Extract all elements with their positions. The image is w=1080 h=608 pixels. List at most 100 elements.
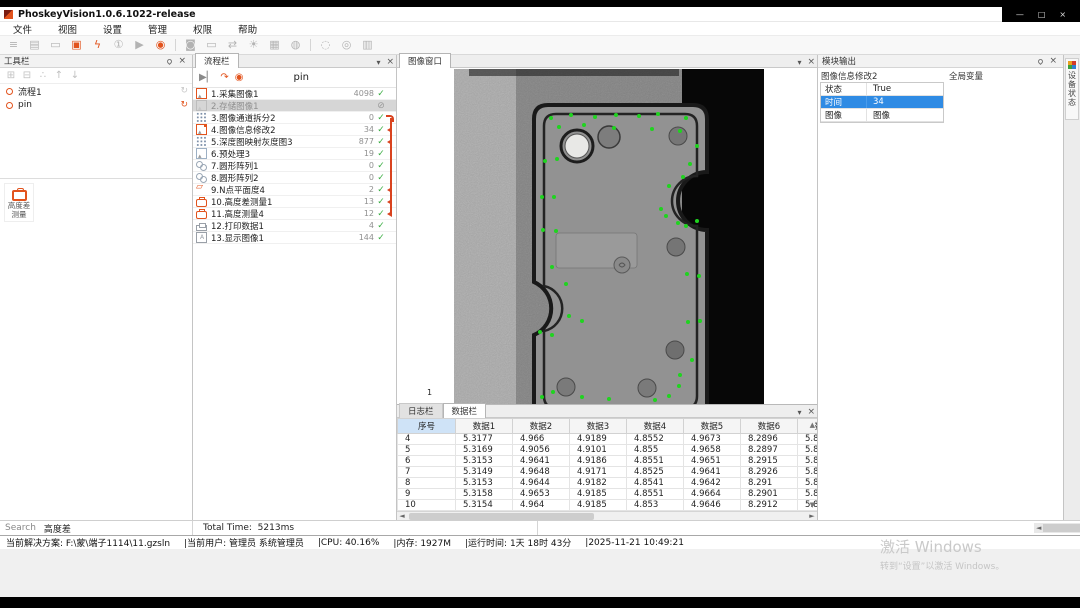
- pin-icon[interactable]: [166, 57, 173, 64]
- column-header-data4[interactable]: 数据4: [627, 419, 684, 434]
- close-icon[interactable]: ×: [807, 407, 815, 417]
- flow-step-10[interactable]: 10.高度差测量113✓: [193, 196, 396, 208]
- table-row[interactable]: 65.31534.96414.91864.85514.96518.29155.8…: [398, 456, 818, 467]
- scrollbar-thumb[interactable]: [409, 513, 594, 520]
- stop-run-icon[interactable]: ◉: [152, 37, 169, 53]
- close-icon[interactable]: ×: [1049, 56, 1057, 66]
- column-header-data3[interactable]: 数据3: [570, 419, 627, 434]
- table-cell: 4.853: [627, 500, 684, 511]
- scroll-up-icon[interactable]: ▲: [810, 421, 815, 429]
- output-row[interactable]: 状态True: [821, 83, 943, 96]
- menu-item-6[interactable]: 帮助: [225, 22, 270, 36]
- table-row[interactable]: 55.31694.90564.91014.8554.96588.28975.86…: [398, 445, 818, 456]
- menu-item-1[interactable]: 文件: [0, 22, 45, 36]
- continuous-run-icon[interactable]: ▶: [131, 37, 148, 53]
- chevron-down-icon[interactable]: ▾: [797, 58, 801, 67]
- move-up-icon[interactable]: ↑: [51, 70, 67, 81]
- tab-device-status[interactable]: 设备状态: [1065, 58, 1079, 120]
- right-panel-hscrollbar[interactable]: ◄: [1034, 523, 1080, 533]
- column-header-index[interactable]: 序号: [398, 419, 456, 434]
- image-canvas[interactable]: 1: [397, 69, 817, 404]
- flow-step-1[interactable]: 1.采集图像14098✓: [193, 88, 396, 100]
- chevron-down-icon[interactable]: ▾: [376, 58, 380, 67]
- tab-flow[interactable]: 流程栏: [195, 53, 239, 68]
- flow-step-6[interactable]: 6.预处理319✓: [193, 148, 396, 160]
- ui-designer-icon[interactable]: ◎: [338, 37, 355, 53]
- plc-icon[interactable]: ▦: [266, 37, 283, 53]
- camera-icon[interactable]: ◙: [182, 37, 199, 53]
- data-exchange-icon[interactable]: ⇄: [224, 37, 241, 53]
- solution-list-icon[interactable]: ≡: [5, 37, 22, 53]
- refresh-icon[interactable]: ↻: [180, 86, 188, 96]
- step-run-icon[interactable]: ①: [110, 37, 127, 53]
- scroll-left-icon[interactable]: ◄: [1034, 524, 1043, 532]
- tool-item-height-diff[interactable]: 高度差测量: [4, 183, 34, 222]
- move-down-icon[interactable]: ↓: [67, 70, 83, 81]
- flow-step-7[interactable]: 7.圆形阵列10✓: [193, 160, 396, 172]
- table-row[interactable]: 95.31584.96534.91854.85514.96648.29015.8…: [398, 489, 818, 500]
- table-row[interactable]: 105.31544.9644.91854.8534.96468.29125.86…: [398, 500, 818, 511]
- run-to-icon[interactable]: ▶▏: [199, 72, 214, 83]
- output-row[interactable]: 时间34: [821, 96, 943, 109]
- flow-step-12[interactable]: 12.打印数据14✓: [193, 220, 396, 232]
- light-source-icon[interactable]: ☀: [245, 37, 262, 53]
- flow-step-3[interactable]: 3.图像通道拆分20✓: [193, 112, 396, 124]
- open-solution-icon[interactable]: ▭: [47, 37, 64, 53]
- tree-item-2[interactable]: pin↻: [0, 98, 192, 112]
- chevron-down-icon[interactable]: ▾: [797, 408, 801, 417]
- stop-flow-icon[interactable]: ◉: [235, 72, 244, 83]
- run-once-icon[interactable]: ϟ: [89, 37, 106, 53]
- scrollbar-track[interactable]: [407, 512, 807, 520]
- minimize-button[interactable]: —: [1016, 7, 1024, 22]
- scroll-left-icon[interactable]: ◄: [397, 512, 407, 520]
- pin-icon[interactable]: [1037, 57, 1044, 64]
- menu-item-3[interactable]: 设置: [90, 22, 135, 36]
- scroll-right-icon[interactable]: ►: [807, 512, 817, 520]
- add-icon[interactable]: ⊞: [3, 70, 19, 81]
- table-row[interactable]: 85.31534.96444.91824.85414.96428.2915.86…: [398, 478, 818, 489]
- output-row[interactable]: 图像图像: [821, 109, 943, 122]
- close-icon[interactable]: ×: [386, 57, 394, 67]
- scroll-down-icon[interactable]: ▼: [810, 501, 815, 509]
- tool-search-box[interactable]: Search 高度差: [0, 521, 193, 535]
- close-icon[interactable]: ×: [178, 56, 186, 66]
- flow-step-5[interactable]: 5.深度图映射灰度图3877✓: [193, 136, 396, 148]
- loop-run-icon[interactable]: ↷: [220, 72, 228, 83]
- flow-step-status-icon: ✓: [376, 209, 386, 219]
- remove-icon[interactable]: ⊟: [19, 70, 35, 81]
- robot-icon[interactable]: ◍: [287, 37, 304, 53]
- flow-step-8[interactable]: 8.圆形阵列20✓: [193, 172, 396, 184]
- column-header-data2[interactable]: 数据2: [513, 419, 570, 434]
- table-header-row: 序号数据1数据2数据3数据4数据5数据6数据7: [398, 419, 818, 434]
- tab-log[interactable]: 日志栏: [399, 403, 443, 418]
- close-button[interactable]: ×: [1059, 7, 1066, 22]
- users-icon[interactable]: ◌: [317, 37, 334, 53]
- save-solution-icon[interactable]: ▣: [68, 37, 85, 53]
- tab-image-window[interactable]: 图像窗口: [399, 53, 451, 68]
- tree-item-1[interactable]: 流程1↻: [0, 84, 192, 98]
- close-icon[interactable]: ×: [807, 57, 815, 67]
- flow-step-11[interactable]: 11.高度测量412✓: [193, 208, 396, 220]
- display-window-icon[interactable]: ▭: [203, 37, 220, 53]
- horizontal-scrollbar[interactable]: ◄ ►: [397, 511, 817, 520]
- flow-step-4[interactable]: 4.图像信息修改234✓: [193, 124, 396, 136]
- new-solution-icon[interactable]: ▤: [26, 37, 43, 53]
- menu-item-5[interactable]: 权限: [180, 22, 225, 36]
- table-row[interactable]: 45.31774.9664.91894.85524.96738.28965.86…: [398, 434, 818, 445]
- data-table[interactable]: 序号数据1数据2数据3数据4数据5数据6数据745.31774.9664.918…: [397, 418, 817, 511]
- flow-step-13[interactable]: 13.显示图像1144✓: [193, 232, 396, 244]
- flow-step-9[interactable]: 9.N点平面度42✓: [193, 184, 396, 196]
- column-header-data1[interactable]: 数据1: [456, 419, 513, 434]
- flow-step-2[interactable]: 2.存储图像1⊘: [193, 100, 396, 112]
- column-header-data6[interactable]: 数据6: [741, 419, 798, 434]
- column-header-data5[interactable]: 数据5: [684, 419, 741, 434]
- menu-item-2[interactable]: 视图: [45, 22, 90, 36]
- maximize-button[interactable]: □: [1038, 7, 1046, 22]
- group-icon[interactable]: ∴: [35, 70, 51, 81]
- menu-item-4[interactable]: 管理: [135, 22, 180, 36]
- scrollbar-thumb[interactable]: [1043, 524, 1080, 532]
- table-row[interactable]: 75.31494.96484.91714.85254.96418.29265.8…: [398, 467, 818, 478]
- variables-icon[interactable]: ▥: [359, 37, 376, 53]
- tab-data[interactable]: 数据栏: [443, 403, 487, 418]
- refresh-icon[interactable]: ↻: [180, 100, 188, 110]
